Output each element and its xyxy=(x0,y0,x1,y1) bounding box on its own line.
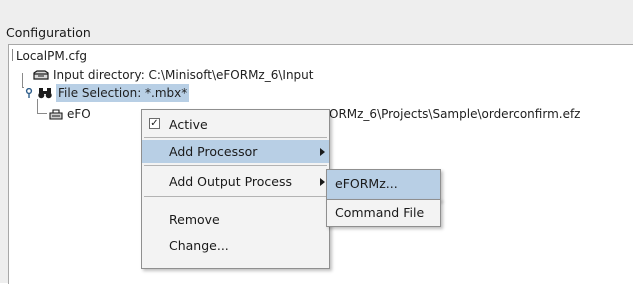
tree-node-processor-path: ORMz_6\Projects\Sample\orderconfirm.efz xyxy=(329,105,580,123)
tree-node-label: eFO xyxy=(67,107,91,121)
tree-node-processor[interactable]: eFO xyxy=(49,105,91,123)
tree-line xyxy=(22,73,23,87)
tree-line xyxy=(37,113,47,114)
tree-node-label: Input directory: C:\Minisoft\eFORMz_6\In… xyxy=(53,68,314,82)
printer-icon xyxy=(49,109,63,120)
tree-node-label: File Selection: *.mbx* xyxy=(56,84,190,102)
expand-toggle-icon[interactable] xyxy=(24,88,34,98)
menu-item-active[interactable]: ✓ Active xyxy=(142,113,329,136)
tree-node-file-selection[interactable]: File Selection: *.mbx* xyxy=(24,84,190,102)
menu-separator xyxy=(144,137,327,138)
menu-item-remove[interactable]: Remove xyxy=(142,208,329,231)
menu-item-add-processor[interactable]: Add Processor xyxy=(142,140,329,163)
binoculars-icon xyxy=(38,87,52,99)
tray-icon xyxy=(33,70,49,80)
submenu-arrow-icon xyxy=(320,148,325,156)
panel-title: Configuration xyxy=(6,25,91,40)
menu-item-label: Add Processor xyxy=(169,144,258,159)
menu-item-label: Change... xyxy=(169,238,229,253)
menu-separator xyxy=(144,196,327,197)
submenu-item-command-file[interactable]: Command File xyxy=(335,203,424,223)
add-processor-submenu: eFORMz... xyxy=(326,169,441,201)
tree-node-root[interactable]: LocalPM.cfg xyxy=(16,47,87,65)
tree-node-label: LocalPM.cfg xyxy=(16,49,87,63)
tree-node-path-label: ORMz_6\Projects\Sample\orderconfirm.efz xyxy=(329,107,581,121)
tree-line xyxy=(12,49,13,61)
menu-item-label: Remove xyxy=(169,212,220,227)
submenu-item-eformz[interactable]: eFORMz... xyxy=(335,174,398,194)
menu-item-label: Active xyxy=(169,117,208,132)
tree-node-input-directory[interactable]: Input directory: C:\Minisoft\eFORMz_6\In… xyxy=(33,66,313,84)
menu-item-change[interactable]: Change... xyxy=(142,234,329,257)
menu-separator xyxy=(144,165,327,166)
add-processor-submenu-lower: Command File xyxy=(326,199,441,227)
menu-item-add-output-process[interactable]: Add Output Process xyxy=(142,170,329,193)
submenu-arrow-icon xyxy=(320,178,325,186)
check-icon[interactable]: ✓ xyxy=(149,118,160,129)
context-menu: ✓ Active Add Processor Add Output Proces… xyxy=(141,109,330,269)
menu-item-label: Add Output Process xyxy=(169,174,292,189)
